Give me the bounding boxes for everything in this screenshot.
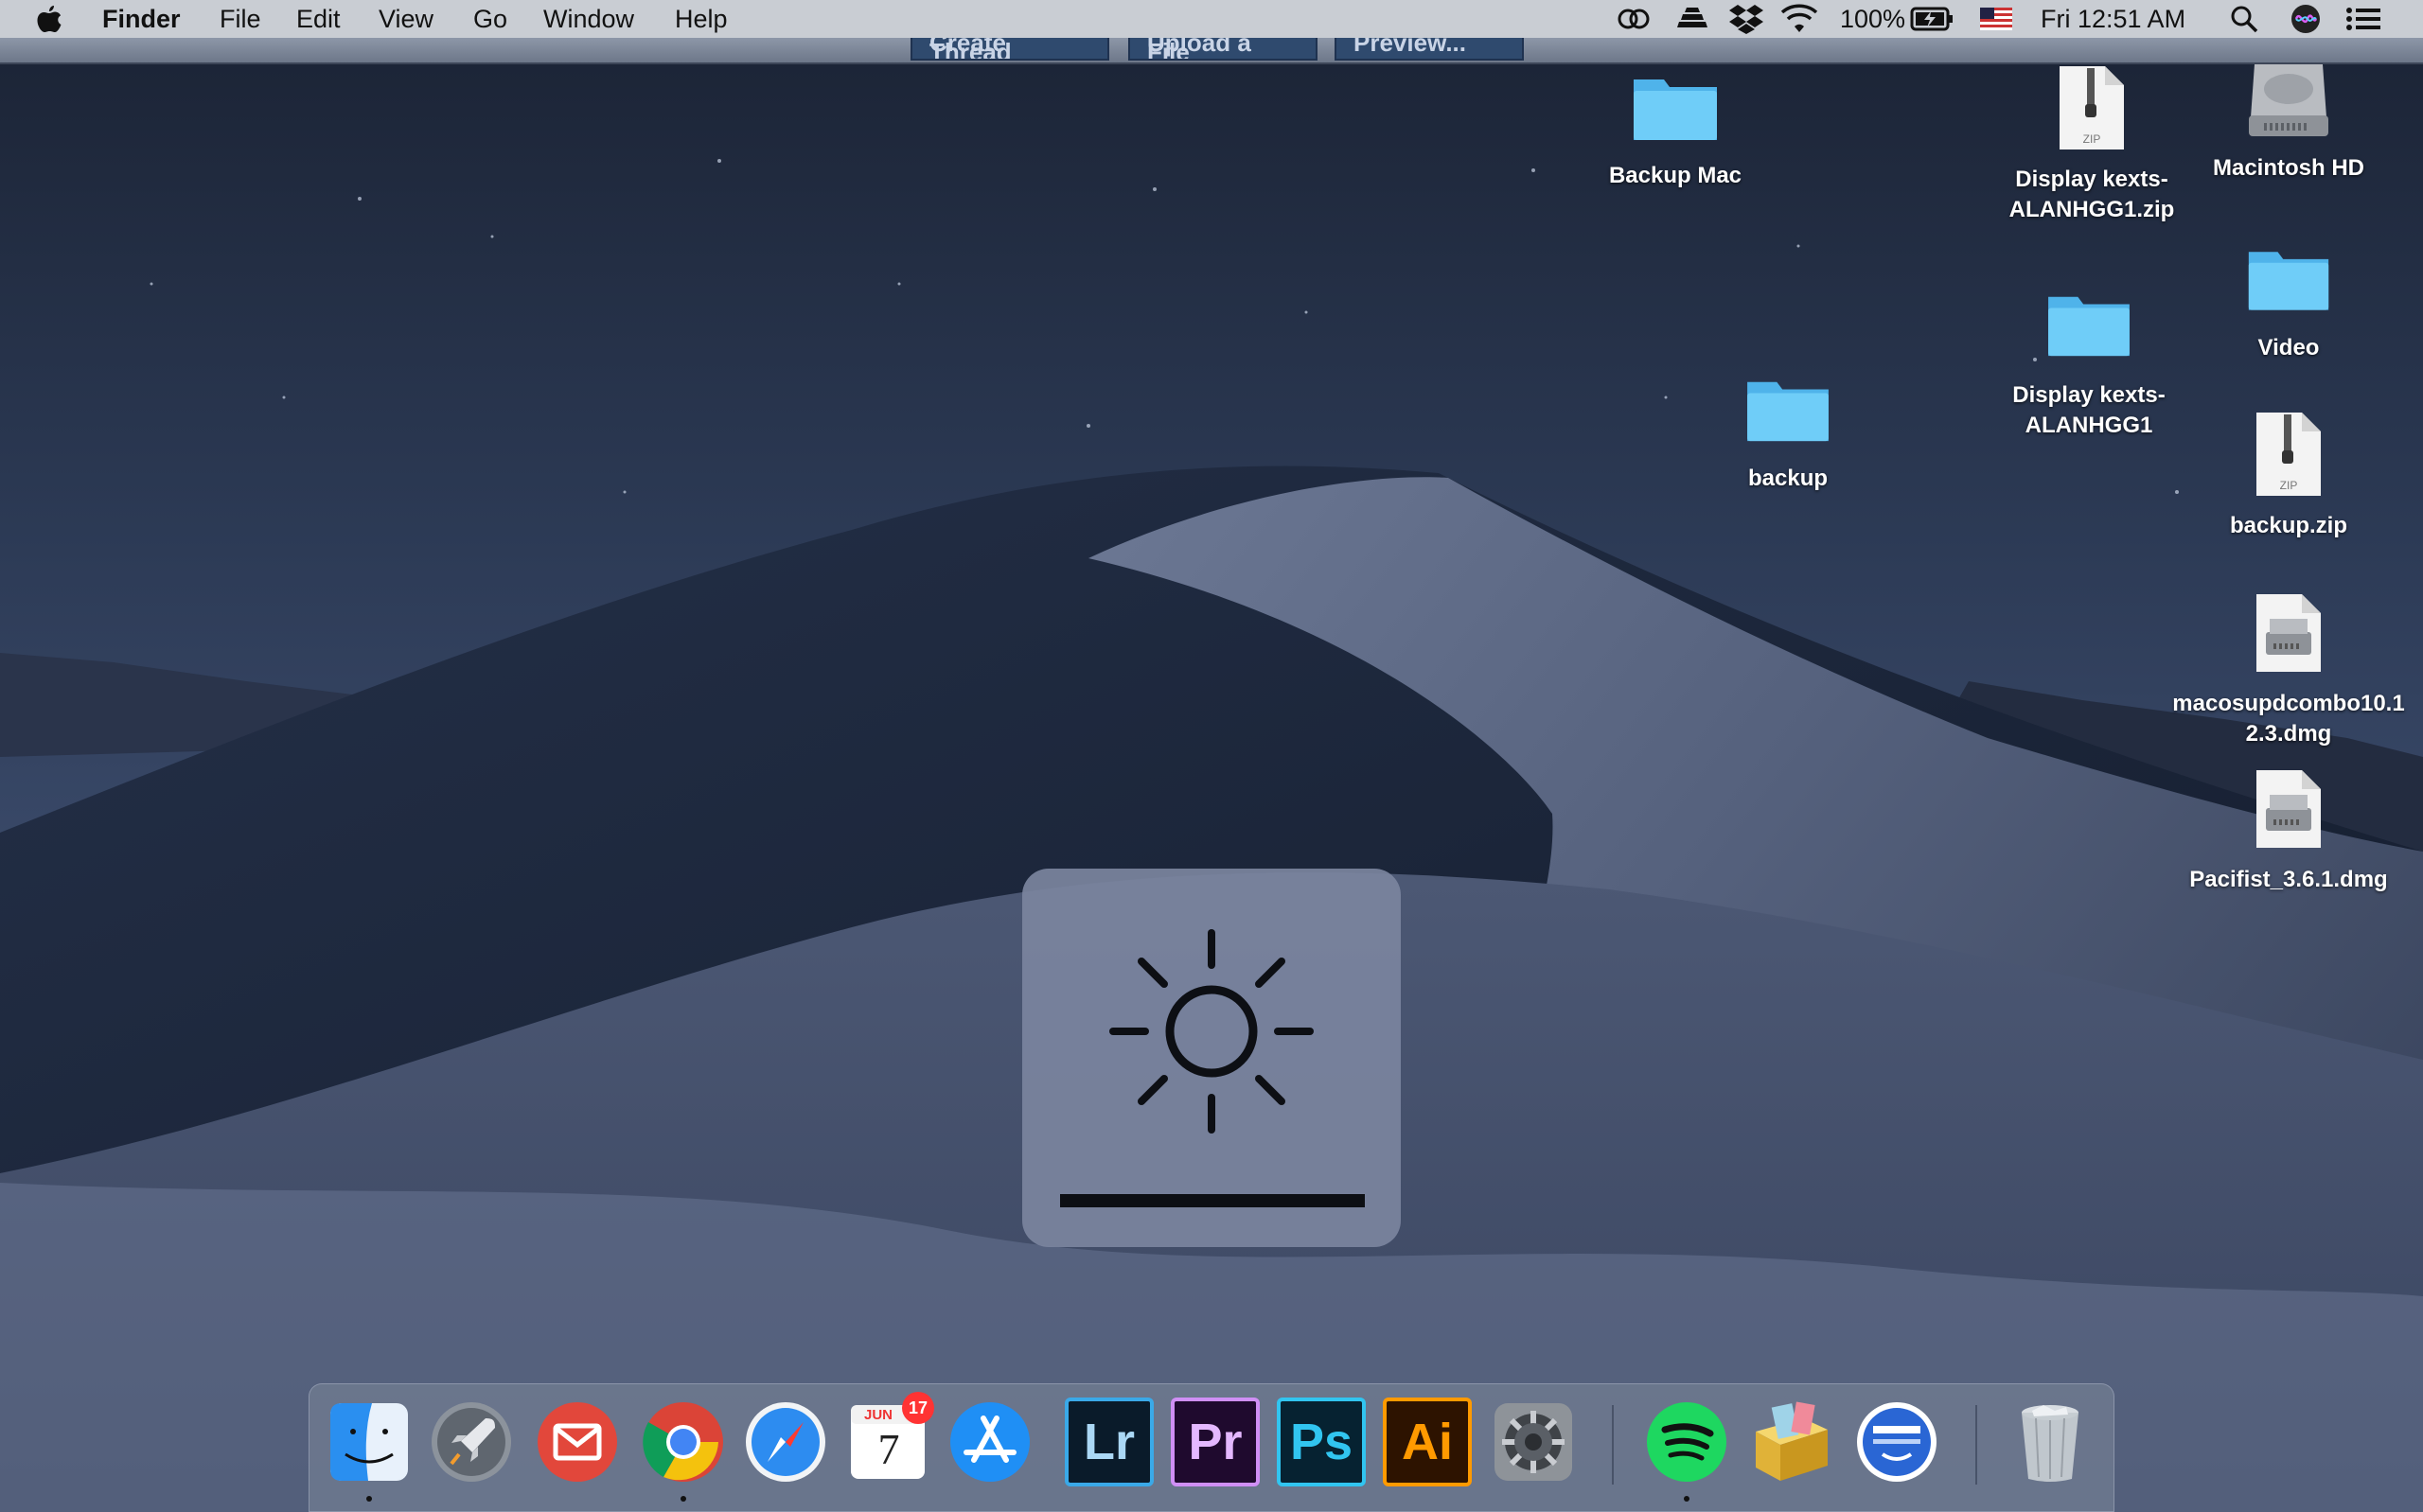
launchpad-rocket-icon [432,1402,511,1482]
desktop-icon-label: backup.zip [2229,513,2348,538]
dock-safari[interactable] [741,1398,830,1486]
calendar-day: 7 [877,1425,900,1473]
menubar-app-icon [1857,1402,1937,1482]
running-indicator [681,1496,686,1502]
running-indicator [366,1496,372,1502]
notification-center-icon[interactable] [2345,0,2381,38]
dock-photoshop[interactable]: Ps [1277,1398,1366,1486]
folder-icon [1634,79,1717,140]
menu-view[interactable]: View [379,0,433,38]
safari-compass-icon [746,1402,825,1482]
dock-launchpad[interactable] [427,1398,516,1486]
menu-extra-icon[interactable] [1673,0,1711,38]
spotify-icon [1647,1402,1726,1482]
dock-separator [1612,1405,1614,1485]
menu-edit[interactable]: Edit [296,0,341,38]
creative-cloud-icon[interactable] [1615,0,1653,38]
upload-file-button[interactable]: Upload a File [1128,38,1318,61]
desktop-file-pacifist-dmg[interactable]: Pacifist_3.6.1.dmg [2189,766,2388,892]
illustrator-icon: Ai [1383,1398,1472,1486]
folder-icon [2048,296,2130,357]
desktop-icon-label: Backup Mac [1608,163,1742,188]
chrome-icon [643,1402,723,1482]
dock-lightroom[interactable]: Lr [1065,1398,1154,1486]
zip-badge: ZIP [2279,479,2298,492]
desktop-folder-video[interactable]: Video [2245,242,2332,360]
premiere-icon: Pr [1171,1398,1260,1486]
create-thread-button[interactable]: Create Thread [911,38,1109,61]
trash-icon [2022,1405,2078,1482]
mail-envelope-icon [538,1402,617,1482]
menu-window[interactable]: Window [543,0,634,38]
dock-app-store[interactable] [946,1398,1035,1486]
menu-bar: Finder File Edit View Go Window Help 100… [0,0,2423,38]
disk-image-icon [2256,594,2321,672]
folder-icon [2248,252,2329,310]
desktop-icon-label: macosupdcombo10.1 2.3.dmg [2172,691,2405,747]
menu-file[interactable]: File [220,0,261,38]
lightroom-icon: Lr [1065,1398,1154,1486]
dock-premiere[interactable]: Pr [1171,1398,1260,1486]
dock-finder[interactable] [325,1398,414,1502]
battery-charging-icon[interactable] [1910,0,1954,38]
menu-go[interactable]: Go [473,0,507,38]
disk-image-icon [2256,770,2321,848]
dock: JUN 7 17 Lr Pr Ps Ai [309,1383,2114,1512]
menu-finder[interactable]: Finder [102,0,181,38]
brightness-sun-icon [1109,929,1314,1134]
desktop-icon-label: Macintosh HD [2212,155,2365,181]
dropbox-icon[interactable] [1728,0,1764,38]
dock-airmail[interactable] [533,1398,622,1486]
dock-calendar[interactable]: JUN 7 17 [843,1392,934,1486]
dock-spotify[interactable] [1642,1398,1731,1502]
battery-percent: 100% [1840,4,1906,33]
dock-trash[interactable] [2006,1398,2095,1486]
desktop-file-display-kexts-zip[interactable]: ZIP Display kexts- ALANHGG1.zip [2009,62,2174,222]
desktop-wallpaper [0,0,2423,1512]
desktop-folder-display-kexts[interactable]: Display kexts- ALANHGG1 [2012,288,2166,438]
dock-separator [1975,1405,1977,1485]
app-store-icon [950,1402,1030,1482]
dock-archive-utility[interactable] [1746,1398,1835,1486]
dock-system-preferences[interactable] [1489,1398,1578,1486]
hard-drive-icon [2249,64,2328,136]
finder-icon [330,1403,408,1481]
dock-chrome[interactable] [639,1398,728,1502]
desktop-drive-macintosh-hd[interactable]: Macintosh HD [2213,61,2364,181]
spotlight-search-icon[interactable] [2230,0,2258,38]
desktop-folder-backup[interactable]: backup [1743,373,1832,491]
dock-menu-app[interactable] [1852,1398,1941,1486]
folder-icon [1747,381,1829,442]
archive-box-icon [1756,1401,1828,1481]
desktop-file-backup-zip[interactable]: ZIP backup.zip [2230,409,2347,538]
desktop-icon-label: Pacifist_3.6.1.dmg [2189,867,2388,892]
desktop-icon-label: backup [1747,466,1829,491]
gear-icon [1494,1403,1572,1481]
background-window-titlebar: Create Thread Upload a File Preview... [0,38,2423,64]
menu-help[interactable]: Help [675,0,728,38]
brightness-hud [1022,869,1401,1247]
us-flag-icon[interactable] [1980,0,2012,38]
preview-button[interactable]: Preview... [1335,38,1524,61]
desktop-folder-backup-mac[interactable]: Backup Mac [1609,70,1742,188]
desktop-file-macos-update-dmg[interactable]: macosupdcombo10.1 2.3.dmg [2172,590,2405,747]
apple-icon[interactable] [36,0,62,38]
wifi-icon[interactable] [1779,0,1819,38]
zip-badge: ZIP [2082,132,2101,146]
brightness-level-fill [1060,1194,1365,1207]
menu-clock[interactable]: Fri 12:51 AM [2041,0,2185,38]
brightness-level-track [1060,1194,1365,1207]
siri-icon[interactable] [2290,0,2321,38]
calendar-badge: 17 [902,1392,934,1424]
photoshop-icon: Ps [1277,1398,1366,1486]
desktop-icon-label: Display kexts- ALANHGG1.zip [2008,167,2175,222]
dock-illustrator[interactable]: Ai [1383,1398,1472,1486]
desktop-icon-label: Video [2257,335,2320,360]
calendar-month: JUN [864,1407,893,1423]
desktop-icon-label: Display kexts- ALANHGG1 [2012,382,2166,438]
running-indicator [1684,1496,1689,1502]
